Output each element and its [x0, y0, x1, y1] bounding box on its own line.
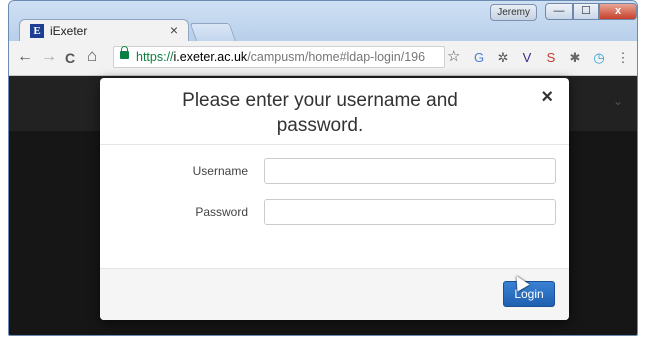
translate-extension-icon[interactable]: G	[471, 50, 487, 66]
tab-iexeter[interactable]: E iExeter ×	[19, 19, 189, 43]
modal-title: Please enter your username and password.	[182, 90, 458, 136]
password-row: Password	[100, 199, 569, 225]
tab-title: iExeter	[50, 24, 88, 38]
tab-strip: E iExeter × Jeremy — ☐ x	[9, 1, 637, 43]
sparkle-extension-icon[interactable]: ✱	[567, 50, 583, 66]
new-tab-button[interactable]	[189, 23, 237, 42]
url-host: i.exeter.ac.uk	[173, 50, 248, 64]
lock-icon	[120, 46, 129, 59]
address-url: https://i.exeter.ac.uk/campusm/home#ldap…	[136, 50, 425, 64]
profile-badge[interactable]: Jeremy	[490, 4, 537, 21]
url-path: /campusm/home#ldap-login/196	[247, 50, 426, 64]
modal-header: Please enter your username and password.…	[100, 78, 569, 145]
browser-window: E iExeter × Jeremy — ☐ x ← → C ⌂ https:/…	[8, 0, 638, 336]
minimize-button[interactable]: —	[545, 3, 573, 20]
v-extension-icon[interactable]: V	[519, 50, 535, 66]
username-row: Username	[100, 158, 569, 184]
s-extension-icon[interactable]: S	[543, 50, 559, 66]
password-label: Password	[195, 205, 248, 219]
username-input[interactable]	[264, 158, 556, 184]
maximize-button[interactable]: ☐	[573, 3, 599, 20]
login-button[interactable]: Login	[503, 281, 555, 307]
browser-toolbar: ← → C ⌂ https://i.exeter.ac.uk/campusm/h…	[9, 41, 637, 76]
login-modal: Please enter your username and password.…	[100, 78, 569, 320]
chevron-down-icon[interactable]: ⌄	[613, 94, 623, 108]
tab-close-icon[interactable]: ×	[170, 22, 178, 38]
timer-extension-icon[interactable]: ◷	[591, 50, 607, 66]
menu-extension-icon[interactable]: ⋮	[615, 50, 631, 66]
modal-footer: Login	[100, 268, 569, 320]
address-bar[interactable]: https://i.exeter.ac.uk/campusm/home#ldap…	[113, 46, 445, 68]
back-arrow-icon[interactable]: ←	[17, 48, 33, 66]
exeter-favicon-icon: E	[30, 24, 44, 38]
close-icon[interactable]: ×	[541, 86, 553, 109]
page-content: ⌄ Please enter your username and passwor…	[9, 76, 637, 335]
puzzle-extension-icon[interactable]: ✲	[495, 50, 511, 66]
url-scheme: https://	[136, 50, 174, 64]
home-icon[interactable]: ⌂	[87, 46, 97, 66]
close-window-button[interactable]: x	[599, 3, 637, 20]
reload-icon[interactable]: C	[65, 50, 75, 66]
password-input[interactable]	[264, 199, 556, 225]
username-label: Username	[192, 164, 248, 178]
forward-arrow-icon[interactable]: →	[41, 48, 57, 66]
